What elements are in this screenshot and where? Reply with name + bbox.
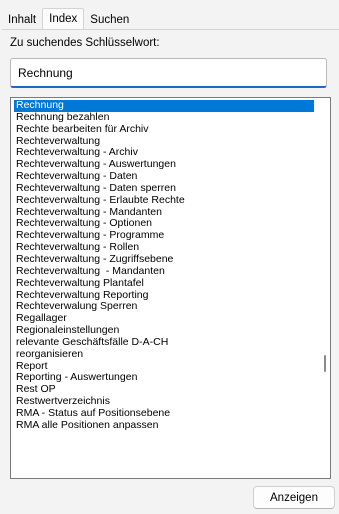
tab-bar: Inhalt Index Suchen xyxy=(2,8,135,29)
search-label: Zu suchendes Schlüsselwort: xyxy=(10,37,160,49)
search-input[interactable] xyxy=(11,59,326,86)
list-item[interactable]: Rechte bearbeiten für Archiv xyxy=(14,123,314,136)
list-item[interactable]: Rechnung bezahlen xyxy=(14,111,314,124)
index-items: Rechnung Rechnung bezahlen Rechte bearbeit… xyxy=(11,98,330,432)
list-item[interactable]: relevante Geschäftsfälle D-A-CH xyxy=(14,336,314,349)
list-item[interactable]: RMA alle Positionen anpassen xyxy=(14,419,314,432)
scrollbar-thumb[interactable] xyxy=(324,355,326,372)
list-item[interactable]: Rechteverwaltung - Erlaubte Rechte xyxy=(14,194,314,207)
tab-suchen[interactable]: Suchen xyxy=(84,11,135,29)
list-item[interactable]: Rechteverwaltung - Mandanten xyxy=(14,265,314,278)
tab-index[interactable]: Index xyxy=(42,8,85,29)
show-button[interactable]: Anzeigen xyxy=(253,486,335,509)
tab-divider xyxy=(2,29,339,30)
list-item[interactable]: Rechteverwaltung - Daten sperren xyxy=(14,182,314,195)
list-item[interactable]: reorganisieren xyxy=(14,348,314,361)
list-item[interactable]: RMA - Status auf Positionsebene xyxy=(14,407,314,420)
list-item[interactable]: Reporting - Auswertungen xyxy=(14,372,314,384)
search-field[interactable] xyxy=(10,58,327,88)
list-item[interactable]: Rechteverwaltung Plantafel xyxy=(14,277,314,290)
tab-inhalt[interactable]: Inhalt xyxy=(2,11,42,29)
index-list[interactable]: Rechnung Rechnung bezahlen Rechte bearbeit… xyxy=(10,97,331,479)
